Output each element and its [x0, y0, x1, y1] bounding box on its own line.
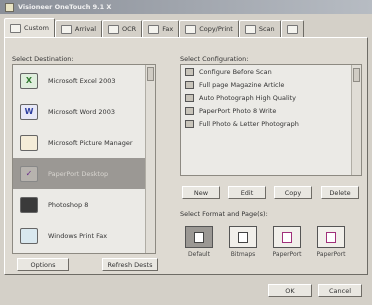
config-label: PaperPort Photo 8 Write: [199, 106, 277, 115]
destination-scrollbar[interactable]: [145, 65, 155, 253]
format-icon: [238, 231, 248, 243]
destination-label-text: PaperPort Desktop: [48, 169, 109, 178]
tab-copy-print[interactable]: Copy/Print: [179, 20, 239, 37]
list-item-selected[interactable]: ✓ PaperPort Desktop: [13, 158, 155, 189]
format-icon: [326, 231, 336, 243]
new-button[interactable]: New: [182, 186, 220, 199]
configuration-scrollbar[interactable]: [351, 65, 361, 175]
printer-icon: [185, 24, 197, 34]
list-item[interactable]: Configure Before Scan: [181, 65, 361, 78]
tab-ocr[interactable]: OCR: [102, 20, 143, 37]
list-item[interactable]: Microsoft Picture Manager: [13, 127, 155, 158]
options-button[interactable]: Options: [17, 258, 69, 271]
cancel-button[interactable]: Cancel: [318, 284, 362, 297]
print-fax-icon: [20, 227, 38, 244]
tab-label: Custom: [24, 24, 49, 32]
word-icon: W: [20, 103, 38, 120]
config-icon: [185, 93, 194, 102]
list-item[interactable]: X Microsoft Excel 2003: [13, 65, 155, 96]
format-icon: [282, 231, 292, 243]
format-option[interactable]: [229, 226, 257, 248]
destination-label: Select Destination:: [12, 55, 74, 63]
format-icon: [194, 231, 204, 243]
copy-button[interactable]: Copy: [274, 186, 312, 199]
list-item[interactable]: Photoshop 8: [13, 189, 155, 220]
photoshop-icon: [20, 196, 38, 213]
config-label: Full Photo & Letter Photograph: [199, 119, 299, 128]
destination-label-text: Microsoft Word 2003: [48, 107, 115, 116]
format-option[interactable]: [317, 226, 345, 248]
destination-list[interactable]: X Microsoft Excel 2003 W Microsoft Word …: [12, 64, 156, 254]
tab-label: Fax: [162, 25, 174, 33]
edit-button[interactable]: Edit: [228, 186, 266, 199]
tab-fax[interactable]: Fax: [142, 20, 180, 37]
paperport-icon: ✓: [20, 165, 38, 182]
scrollbar-thumb[interactable]: [353, 68, 360, 82]
tab-folder[interactable]: [280, 20, 304, 37]
window-title: Visioneer OneTouch 9.1 X: [18, 3, 112, 11]
config-label: Auto Photograph High Quality: [199, 93, 297, 102]
format-option-label: PaperPort: [272, 251, 302, 258]
format-option[interactable]: [273, 226, 301, 248]
tab-arrival[interactable]: Arrival: [54, 20, 103, 37]
custom-tab-icon: [10, 23, 21, 33]
refresh-destinations-button[interactable]: Refresh Dests: [102, 258, 158, 271]
configuration-list[interactable]: Configure Before Scan Full page Magazine…: [180, 64, 362, 176]
ok-button[interactable]: OK: [268, 284, 312, 297]
tab-label: OCR: [122, 25, 137, 33]
title-bar: Visioneer OneTouch 9.1 X: [0, 0, 372, 14]
list-item[interactable]: PaperPort Photo 8 Write: [181, 104, 361, 117]
tab-custom[interactable]: Custom: [4, 18, 55, 37]
configuration-label: Select Configuration:: [180, 55, 249, 63]
config-label: Configure Before Scan: [199, 67, 272, 76]
format-option-label: Bitmaps: [230, 251, 256, 258]
destination-label-text: Microsoft Picture Manager: [48, 138, 133, 147]
destination-label-text: Windows Print Fax: [48, 231, 108, 240]
format-option-label: PaperPort: [316, 251, 346, 258]
format-option-label: Default: [188, 251, 210, 258]
format-label: Select Format and Page(s):: [180, 210, 268, 218]
folder-icon: [286, 24, 298, 34]
scanner-icon: [60, 24, 72, 34]
tab-label: Copy/Print: [199, 25, 233, 33]
scrollbar-thumb[interactable]: [147, 67, 154, 81]
list-item[interactable]: Full Photo & Letter Photograph: [181, 117, 361, 130]
fax-icon: [148, 24, 160, 34]
tab-scan[interactable]: Scan: [238, 20, 281, 37]
config-icon: [185, 80, 194, 89]
delete-button[interactable]: Delete: [321, 186, 359, 199]
tab-strip: Custom Arrival OCR Fax Copy/Print Scan: [4, 18, 304, 37]
config-icon: [185, 67, 194, 76]
config-icon: [185, 119, 194, 128]
destination-label-text: Photoshop 8: [48, 200, 89, 209]
list-item[interactable]: Full page Magazine Article: [181, 78, 361, 91]
config-label: Full page Magazine Article: [199, 80, 285, 89]
list-item[interactable]: Auto Photograph High Quality: [181, 91, 361, 104]
destination-label-text: Microsoft Excel 2003: [48, 76, 116, 85]
excel-icon: X: [20, 72, 38, 89]
tab-label: Arrival: [74, 25, 97, 33]
config-icon: [185, 106, 194, 115]
tab-label: Scan: [258, 25, 275, 33]
app-icon: [5, 2, 14, 12]
scan-icon: [244, 24, 256, 34]
picture-manager-icon: [20, 134, 38, 151]
list-item[interactable]: W Microsoft Word 2003: [13, 96, 155, 127]
format-option-selected[interactable]: [185, 226, 213, 248]
ocr-icon: [108, 24, 120, 34]
list-item[interactable]: Windows Print Fax: [13, 220, 155, 251]
